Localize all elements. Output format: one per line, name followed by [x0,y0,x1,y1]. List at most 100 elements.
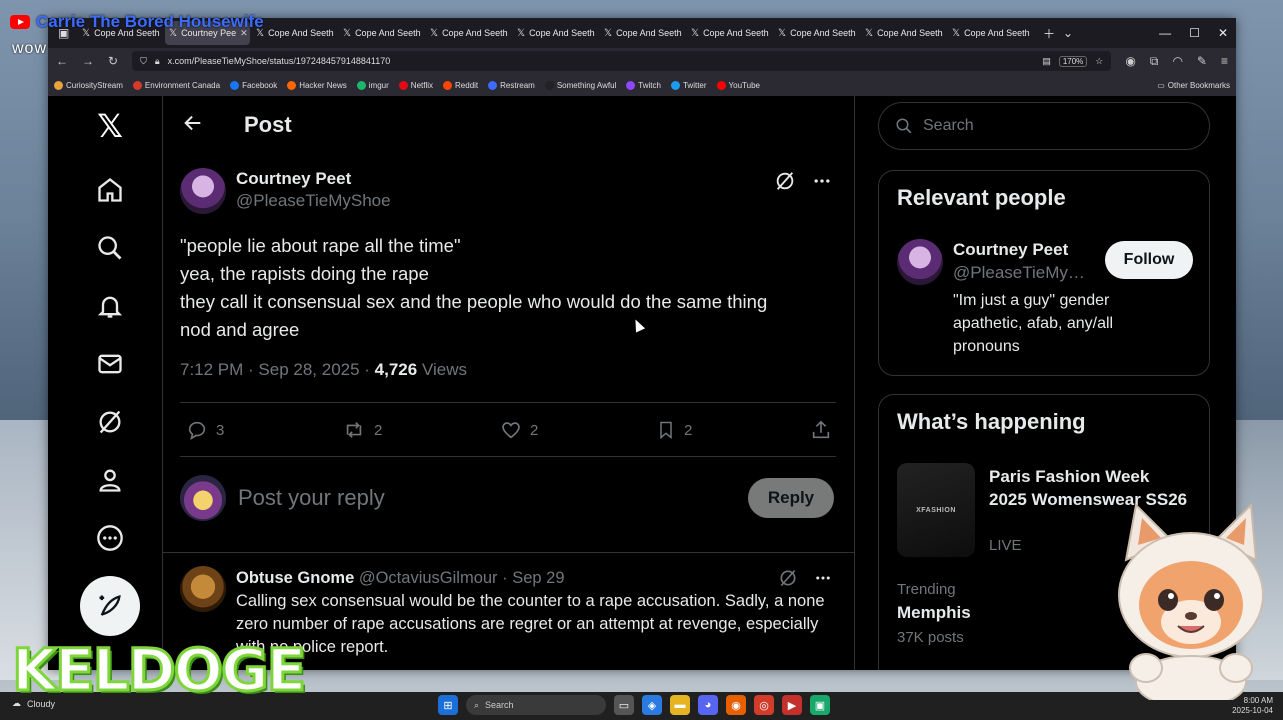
bookmark-item[interactable]: imgur [356,80,389,90]
more-circle-icon[interactable] [94,522,126,554]
event-thumbnail[interactable]: XFASHION [897,463,975,557]
file-explorer-icon[interactable]: ▬ [670,695,690,715]
bookmark-item[interactable]: Environment Canada [132,80,221,90]
share-button[interactable] [810,419,832,441]
app-icon[interactable]: ◎ [754,695,774,715]
grok-icon[interactable] [774,170,796,192]
tab-label: Cope And Seeth [964,28,1030,38]
comment-author-name[interactable]: Obtuse Gnome [236,569,354,587]
x-favicon-icon: 𝕏 [952,27,961,39]
star-icon[interactable]: ☆ [1095,56,1103,67]
task-view-icon[interactable]: ▭ [614,695,634,715]
discord-icon[interactable]: ◕ [698,695,718,715]
comment-handle-date[interactable]: @OctaviusGilmour · Sep 29 [354,569,565,587]
reply-bubble-icon [188,421,206,440]
app-icon[interactable]: ▣ [810,695,830,715]
reload-icon[interactable]: ↻ [108,54,118,68]
profile-person-icon[interactable] [94,464,126,496]
messages-envelope-icon[interactable] [94,348,126,380]
bookmark-item[interactable]: YouTube [716,80,760,90]
search-icon[interactable] [94,232,126,264]
reply-button[interactable]: 3 [186,419,224,441]
author-handle[interactable]: @PleaseTieMyShoe [236,190,391,212]
bookmark-item[interactable]: Restream [488,80,535,90]
lock-icon: 🔒︎ [154,55,160,66]
profile-icon[interactable]: ◉ [1125,54,1135,68]
address-bar[interactable]: ⛉ 🔒︎ x.com/PleaseTieMyShoe/status/197248… [132,51,1112,71]
x-app: 𝕏 Post Courtney Peet @PleaseTieMyShoe "p… [48,96,1236,670]
taskbar-search[interactable]: ⌕ Search [466,695,606,715]
back-arrow-icon[interactable] [182,112,204,139]
bookmark-label: Environment Canada [144,80,221,90]
bookmark-button[interactable]: 2 [656,419,692,441]
search-input[interactable]: Search [878,102,1210,150]
bookmark-item[interactable]: Twitch [626,80,661,90]
comment-text: Calling sex consensual would be the coun… [236,592,825,656]
chevron-down-icon[interactable]: ⌄ [1063,26,1073,40]
bookmark-item[interactable]: Reddit [443,80,479,90]
tab-label: Cope And Seeth [268,28,334,38]
bookmark-label: YouTube [728,80,760,90]
forward-arrow-icon[interactable]: → [82,54,94,68]
compose-post-button[interactable] [80,576,140,636]
author-name[interactable]: Courtney Peet [236,168,391,190]
new-tab-icon[interactable]: ＋ [1043,25,1055,42]
reply-input[interactable]: Post your reply [238,485,748,511]
copilot-icon[interactable]: ◈ [642,695,662,715]
menu-icon[interactable]: ≡ [1221,54,1228,68]
bookmark-item[interactable]: Hacker News [287,80,347,90]
windows-start-icon[interactable]: ⊞ [438,695,458,715]
more-horizontal-icon[interactable] [814,568,832,588]
bookmark-label: Reddit [455,80,479,90]
browser-tab[interactable]: 𝕏 Cope And Seeth [687,21,772,45]
avatar[interactable] [897,239,943,285]
trend-label: Trending [897,581,956,598]
home-icon[interactable] [94,174,126,206]
feather-icon[interactable]: ✎ [1197,54,1207,68]
person-name[interactable]: Courtney Peet [953,239,1093,261]
close-window-icon[interactable]: ✕ [1218,26,1228,40]
person-handle[interactable]: @PleaseTieMyShoe [953,261,1093,285]
post-timestamp[interactable]: 7:12 PM · Sep 28, 2025 · [180,360,375,379]
reply-submit-button[interactable]: Reply [748,478,834,518]
browser-tab[interactable]: 𝕏 Cope And Seeth [774,21,859,45]
bookmark-item[interactable]: Netflix [398,80,433,90]
browser-tab[interactable]: 𝕏 Cope And Seeth [861,21,946,45]
divider [162,552,854,553]
follow-button[interactable]: Follow [1105,241,1193,279]
x-logo-icon[interactable]: 𝕏 [94,107,126,145]
firefox-icon[interactable]: ◉ [726,695,746,715]
bookmark-item[interactable]: Facebook [230,80,277,90]
grok-icon[interactable] [778,568,798,588]
browser-tab[interactable]: 𝕏 Cope And Seeth [948,21,1033,45]
maximize-icon[interactable]: ☐ [1189,26,1200,40]
zoom-level[interactable]: 170% [1058,55,1088,67]
headphones-icon[interactable]: ◠ [1172,54,1182,68]
browser-tab[interactable]: 𝕏 Cope And Seeth [600,21,685,45]
bookmark-item[interactable]: CuriosityStream [54,80,123,90]
bookmark-item[interactable]: Something Awful [544,80,616,90]
back-arrow-icon[interactable]: ← [56,54,68,68]
extensions-icon[interactable]: ⧉ [1150,54,1159,69]
trend-name[interactable]: Memphis [897,603,971,623]
browser-tab[interactable]: 𝕏 Cope And Seeth [339,21,424,45]
notifications-bell-icon[interactable] [94,290,126,322]
avatar[interactable] [180,475,226,521]
youtube-app-icon[interactable]: ▶ [782,695,802,715]
reader-view-icon[interactable]: ▤ [1042,56,1051,67]
minimize-icon[interactable]: — [1159,26,1171,40]
avatar[interactable] [180,566,226,612]
bookmark-item[interactable]: Twitter [670,80,707,90]
like-button[interactable]: 2 [500,419,538,441]
browser-tab[interactable]: 𝕏 Cope And Seeth [252,21,337,45]
browser-tab[interactable]: 𝕏 Cope And Seeth [426,21,511,45]
avatar[interactable] [180,168,226,214]
relevant-people-panel: Relevant people Courtney Peet @PleaseTie… [878,170,1210,376]
post-text: "people lie about rape all the time" yea… [180,232,840,344]
grok-icon[interactable] [94,406,126,438]
browser-tab[interactable]: 𝕏 Cope And Seeth [513,21,598,45]
other-bookmarks-folder[interactable]: ▭ Other Bookmarks [1157,81,1230,90]
bookmark-label: Restream [500,80,535,90]
repost-button[interactable]: 2 [342,419,382,441]
more-horizontal-icon[interactable] [812,171,832,191]
